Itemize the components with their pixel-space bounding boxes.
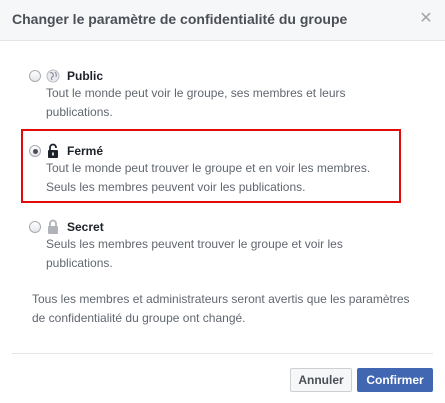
close-icon[interactable]: ✕ (419, 11, 433, 27)
dialog-title: Changer le paramètre de confidentialité … (12, 11, 348, 27)
option-public-header: Public (25, 68, 385, 84)
option-ferme-header: Fermé (25, 143, 385, 159)
option-public-description: Tout le monde peut voir le groupe, ses m… (46, 86, 346, 119)
radio-secret[interactable] (29, 221, 41, 233)
dialog-header: Changer le paramètre de confidentialité … (0, 0, 445, 41)
radio-ferme[interactable] (29, 145, 41, 157)
option-secret-description: Seuls les membres peuvent trouver le gro… (46, 237, 343, 270)
cancel-button[interactable]: Annuler (290, 368, 352, 392)
option-secret-label: Secret (67, 220, 104, 234)
privacy-dialog: Changer le paramètre de confidentialité … (0, 0, 445, 403)
option-secret-header: Secret (25, 219, 385, 235)
option-ferme-description: Tout le monde peut trouver le groupe et … (46, 161, 371, 194)
footer-divider (12, 353, 433, 354)
radio-public[interactable] (29, 70, 41, 82)
option-public-label: Public (67, 69, 104, 83)
globe-icon (46, 68, 60, 84)
notification-note: Tous les membres et administrateurs sero… (32, 292, 410, 325)
confirm-button[interactable]: Confirmer (357, 368, 433, 392)
option-ferme-label: Fermé (67, 144, 104, 158)
unlocked-padlock-icon (46, 143, 60, 159)
padlock-icon (46, 219, 60, 235)
